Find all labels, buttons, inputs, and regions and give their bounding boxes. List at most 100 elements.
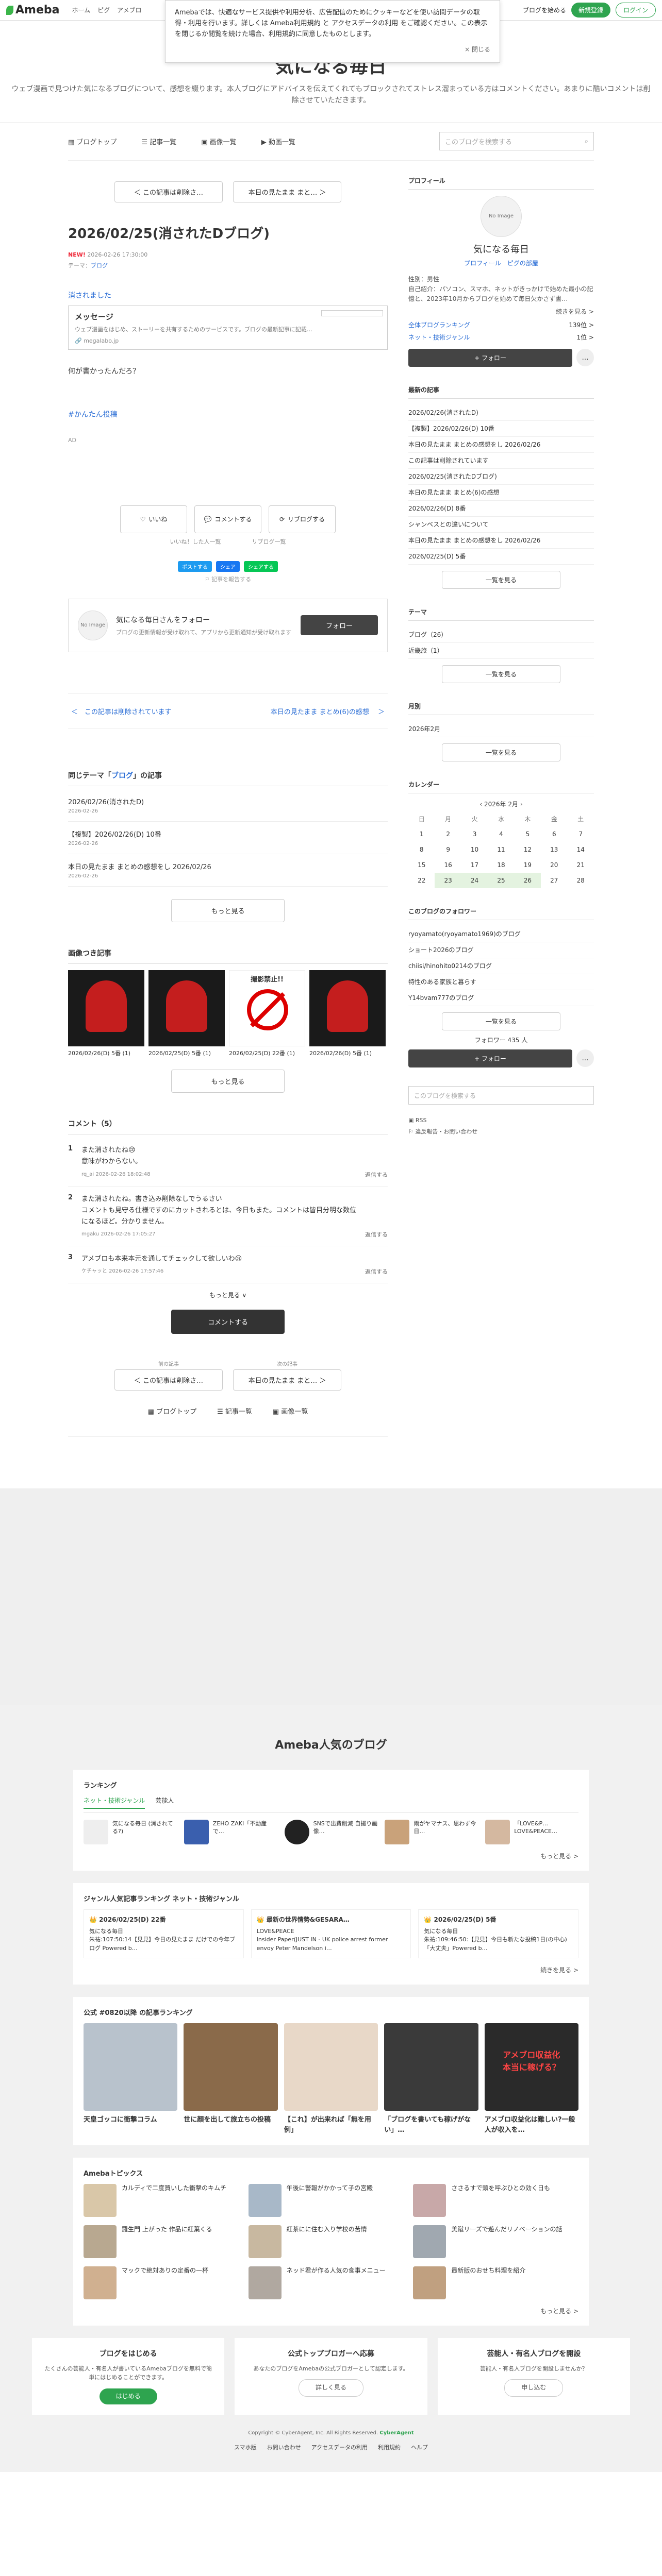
- footer-link-sp[interactable]: スマホ版: [234, 2443, 257, 2451]
- follower-item[interactable]: 特性のある家族と暮らす: [408, 974, 594, 991]
- reply-button[interactable]: 返信する: [365, 1171, 388, 1179]
- genre-more-link[interactable]: 続きを見る >: [84, 1965, 578, 1974]
- hashtag-link[interactable]: #かんたん投稿: [68, 409, 388, 419]
- bottom-nav-entries[interactable]: ☰ 記事一覧: [217, 1406, 252, 1416]
- ameba-logo[interactable]: Ameba: [6, 4, 59, 16]
- ranking-more-link[interactable]: もっと見る >: [84, 1852, 578, 1860]
- more-dots-icon[interactable]: …: [576, 1049, 594, 1067]
- subnav-videos[interactable]: ▶ 動画一覧: [261, 137, 295, 146]
- follower-item[interactable]: ryoyamato(ryoyamato1969)のブログ: [408, 926, 594, 943]
- profile-name[interactable]: 気になる毎日: [408, 242, 594, 256]
- comments-more-link[interactable]: もっと見る ∨: [68, 1291, 388, 1299]
- list-item[interactable]: 本日の見たまま まとめの感想をし 2026/02/26 2026-02-26: [68, 854, 388, 887]
- chevron-left-icon[interactable]: ‹: [479, 801, 482, 808]
- reply-button[interactable]: 返信する: [365, 1267, 388, 1276]
- topic-item[interactable]: カルディで二度買いした衝撃のキムチ: [84, 2184, 249, 2217]
- genre-card[interactable]: 👑 最新の世界情勢&GESARA… LOVE&PEACE Insider Pape…: [251, 1909, 411, 1959]
- calendar-day-posted[interactable]: 24: [461, 873, 488, 889]
- topic-item[interactable]: 紅茶にに住む入り学校の苦情: [248, 2225, 413, 2259]
- comment-button[interactable]: 💬 コメントする: [194, 505, 261, 533]
- profile-avatar[interactable]: No Image: [481, 195, 522, 237]
- latest-item[interactable]: 2026/02/25(消されたDブログ): [408, 469, 594, 485]
- latest-item[interactable]: 2026/02/26(D) 8番: [408, 501, 594, 517]
- topic-item[interactable]: 最新版のおせち料理を紹介: [413, 2266, 578, 2300]
- rss-link[interactable]: ▣ RSS: [408, 1115, 594, 1126]
- reblog-button[interactable]: ⟳ リブログする: [269, 505, 336, 533]
- sidebar-follow-button[interactable]: + フォロー: [408, 349, 572, 367]
- latest-item[interactable]: この記事は削除されています: [408, 453, 594, 469]
- prev-entry-button[interactable]: ＜ この記事は削除さ…: [114, 181, 223, 202]
- theme-more-button[interactable]: 一覧を見る: [442, 665, 560, 684]
- image-entry[interactable]: 2026/02/26(D) 5番 (1): [309, 970, 386, 1057]
- official-card[interactable]: 天皇ゴッコに衝撃コラム: [84, 2023, 178, 2135]
- subnav-blog-top[interactable]: ▦ ブログトップ: [68, 137, 117, 146]
- topic-item[interactable]: ネッド君が作る人気の食事メニュー: [248, 2266, 413, 2300]
- same-theme-link[interactable]: ブログ: [111, 772, 133, 780]
- footer-link-access-data[interactable]: アクセスデータの利用: [311, 2443, 368, 2451]
- calendar-day-posted[interactable]: 23: [435, 873, 461, 889]
- topic-item[interactable]: ささるすで頭を呼ぶひとの効く日も: [413, 2184, 578, 2217]
- blog-start-link[interactable]: ブログを始める: [523, 6, 566, 14]
- genre-card[interactable]: 👑 2026/02/25(D) 5番 気になる毎日 朱祐:109:46:50:【見…: [418, 1909, 579, 1959]
- bottom-nav-images[interactable]: ▣ 画像一覧: [273, 1406, 308, 1416]
- subnav-images[interactable]: ▣ 画像一覧: [201, 137, 236, 146]
- theme-item[interactable]: ブログ（26）: [408, 627, 594, 643]
- ranking-item[interactable]: 「LOVE&P… LOVE&PEACE…: [485, 1819, 578, 1844]
- follow-button[interactable]: フォロー: [301, 615, 378, 636]
- share-line-button[interactable]: シェアする: [244, 561, 278, 572]
- theme-link[interactable]: ブログ: [91, 262, 108, 269]
- bottom-prev-button[interactable]: ＜ この記事は削除さ…: [114, 1369, 223, 1391]
- official-details-button[interactable]: 詳しく見る: [298, 2379, 363, 2397]
- chevron-right-icon[interactable]: ›: [520, 801, 523, 808]
- latest-more-button[interactable]: 一覧を見る: [442, 571, 560, 589]
- official-card[interactable]: 「ブログを書いても稼げがない」…: [384, 2023, 478, 2135]
- sidebar-search-input[interactable]: このブログを検索する: [408, 1086, 594, 1105]
- deleted-link[interactable]: 消されました: [68, 292, 111, 300]
- follower-item[interactable]: chiisi/hinohito0214のブログ: [408, 958, 594, 975]
- search-icon[interactable]: ⌕: [585, 138, 588, 145]
- ranking-overall-value[interactable]: 139位 >: [569, 319, 594, 331]
- share-x-button[interactable]: ポストする: [178, 561, 212, 572]
- ranking-overall-link[interactable]: 全体ブログランキング: [408, 319, 470, 331]
- official-card[interactable]: アメブロ収益化 本当に稼げる？ アメブロ収益化は難しい?一般人が収入を…: [484, 2023, 579, 2135]
- like-list-link[interactable]: いいね！した人一覧: [170, 537, 221, 546]
- top-nav-home[interactable]: ホーム: [72, 6, 90, 14]
- next-entry-button[interactable]: 本日の見たまま まと… ＞: [233, 181, 341, 202]
- start-blog-button[interactable]: はじめる: [99, 2388, 157, 2405]
- latest-item[interactable]: 2026/02/26(消されたD): [408, 405, 594, 421]
- month-item[interactable]: 2026年2月: [408, 721, 594, 738]
- ranking-item[interactable]: 気になる毎日 (消されてる?): [84, 1819, 177, 1844]
- latest-item[interactable]: 本日の見たまま まとめ(6)の感想: [408, 485, 594, 501]
- reblog-list-link[interactable]: リブログ一覧: [252, 537, 286, 546]
- pager-prev[interactable]: ＜ この記事は削除されています: [71, 706, 172, 716]
- ranking-genre-value[interactable]: 1位 >: [576, 331, 594, 344]
- image-entry[interactable]: 撮影禁止!! 2026/02/25(D) 22番 (1): [229, 970, 305, 1057]
- top-nav-pigg[interactable]: ピグ: [97, 6, 110, 14]
- tab-net-tech[interactable]: ネット・技術ジャンル: [84, 1796, 145, 1809]
- like-button[interactable]: ♡ いいね: [120, 505, 187, 533]
- list-item[interactable]: 【複製】2026/02/26(D) 10番 2026-02-26: [68, 822, 388, 854]
- topic-item[interactable]: マックで絶対ありの定番の一杯: [84, 2266, 249, 2300]
- month-more-button[interactable]: 一覧を見る: [442, 743, 560, 762]
- ranking-item[interactable]: 雨がヤマナス、思わず今日…: [385, 1819, 478, 1844]
- topic-item[interactable]: 午後に警報がかかって子の宮殿: [248, 2184, 413, 2217]
- celebrity-apply-button[interactable]: 申し込む: [504, 2379, 564, 2397]
- latest-item[interactable]: シャンベスとの違いについて: [408, 517, 594, 533]
- cookie-close-button[interactable]: × 閉じる: [175, 45, 490, 55]
- subnav-entries[interactable]: ☰ 記事一覧: [141, 137, 176, 146]
- topic-item[interactable]: 美蹴リーズで遊んだリノベーションの話: [413, 2225, 578, 2259]
- official-card[interactable]: 世に顔を出して旅立ちの投稿: [184, 2023, 278, 2135]
- official-card[interactable]: 【これ】が出来れば「無を用例」: [284, 2023, 378, 2135]
- link-card[interactable]: メッセージ ウェブ漫画をはじめ、ストーリーを共有するためのサービスです。ブログの…: [68, 305, 388, 350]
- theme-item[interactable]: 近畿旅（1）: [408, 643, 594, 659]
- image-entry[interactable]: 2026/02/25(D) 5番 (1): [148, 970, 225, 1057]
- violation-report-link[interactable]: ⚐ 違反報告・お問い合わせ: [408, 1126, 594, 1138]
- report-link[interactable]: ⚐ 記事を報告する: [68, 575, 388, 583]
- footer-link-terms[interactable]: 利用規約: [378, 2443, 401, 2451]
- topic-item[interactable]: 羅生門 上がった 作品に紅葉くる: [84, 2225, 249, 2259]
- list-item[interactable]: 2026/02/26(消されたD) 2026-02-26: [68, 789, 388, 822]
- top-nav-ameblo[interactable]: アメブロ: [117, 6, 141, 14]
- follower-item[interactable]: ショート2026のブログ: [408, 942, 594, 959]
- write-comment-button[interactable]: コメントする: [171, 1309, 285, 1334]
- same-theme-more-button[interactable]: もっと見る: [171, 899, 285, 922]
